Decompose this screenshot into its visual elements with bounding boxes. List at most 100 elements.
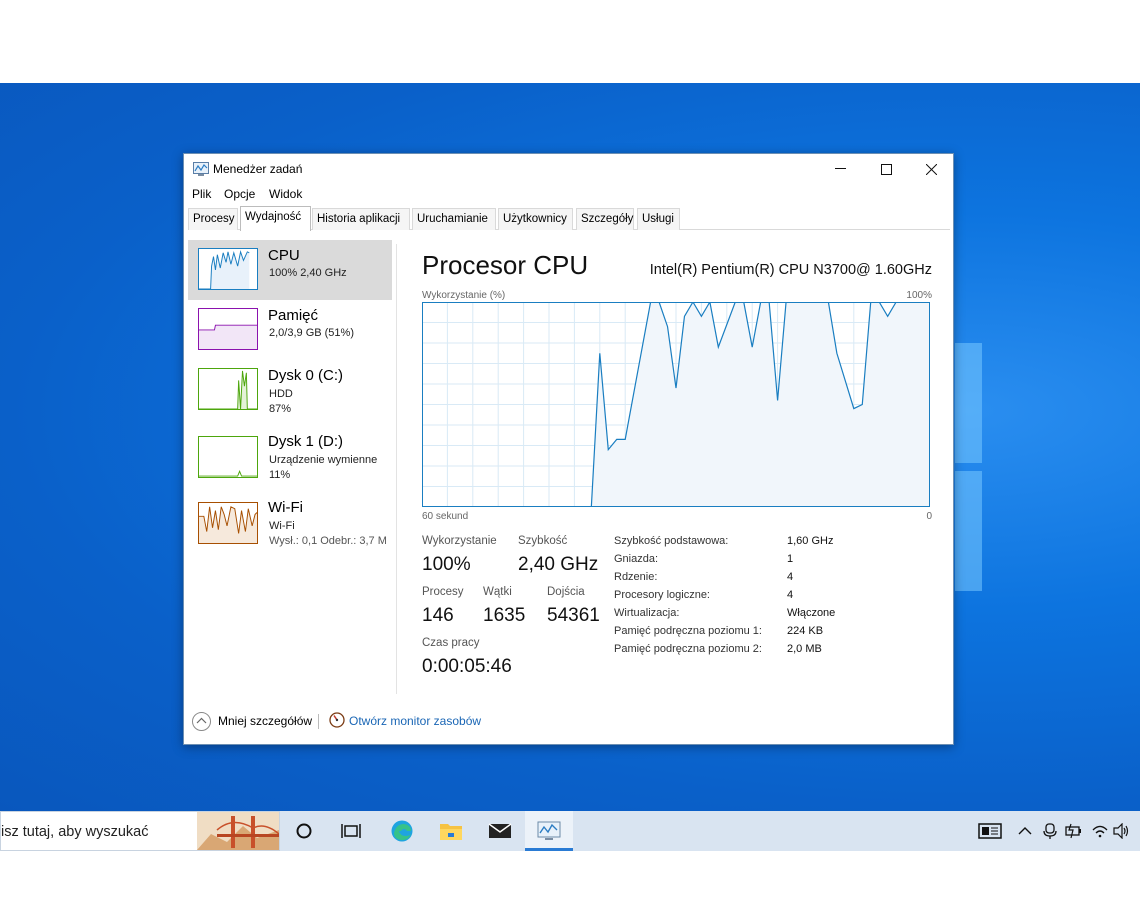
maximize-button[interactable] [863,154,909,184]
task-manager-taskbar-button[interactable] [535,817,563,845]
sidebar-wifi-value: Wysł.: 0,1 Odebr.: 3,7 M [269,535,387,547]
sidebar-item-cpu[interactable]: CPU 100% 2,40 GHz [188,240,392,300]
mail-button[interactable] [486,817,514,845]
page-title: Procesor CPU [422,250,589,280]
threads-value: 1635 [483,605,526,626]
maximize-icon [880,163,892,175]
close-button[interactable] [908,154,954,184]
detail-value-base-speed: 1,60 GHz [787,535,834,547]
tab-details[interactable]: Szczegóły [576,208,634,230]
search-placeholder: isz tutaj, aby wyszukać [1,824,149,840]
detail-label-l1-cache: Pamięć podręczna poziomu 1: [614,625,762,637]
footer-separator [318,714,319,729]
utilization-label: Wykorzystanie [422,535,497,547]
detail-label-cores: Rdzenie: [614,571,658,583]
graph-time-zero: 0 [926,511,932,522]
detail-label-l2-cache: Pamięć podręczna poziomu 2: [614,643,762,655]
battery-icon [1065,823,1081,839]
sidebar-cpu-name: CPU [268,247,300,264]
search-box[interactable]: isz tutaj, aby wyszukać [0,811,280,851]
sidebar-disk0-value: 87% [269,403,292,415]
resource-sidebar: CPU 100% 2,40 GHz Pamięć 2,0/3,9 GB (51%… [188,240,394,695]
sidebar-wifi-type: Wi-Fi [269,520,295,532]
task-manager-window: Menedżer zadań Plik Opcje Widok Procesy … [183,153,954,745]
tab-services[interactable]: Usługi [637,208,680,230]
sidebar-item-disk1[interactable]: Dysk 1 (D:) Urządzenie wymienne 11% [188,426,392,486]
close-icon [925,163,937,175]
graph-time-span: 60 sekund [422,511,469,522]
sidebar-memory-value: 2,0/3,9 GB (51%) [269,327,354,339]
menu-plik[interactable]: Plik [192,187,211,201]
wifi-thumbnail-graph [198,502,258,544]
resource-monitor-icon [329,712,345,728]
sidebar-cpu-value: 100% 2,40 GHz [269,267,347,279]
battery-tray-button[interactable] [1063,820,1085,842]
utilization-value: 100% [422,554,471,575]
search-highlight-illustration [197,812,279,850]
speed-label: Szybkość [518,535,568,547]
uptime-label: Czas pracy [422,637,480,649]
sidebar-disk1-type: Urządzenie wymienne [269,454,378,466]
mail-icon [488,823,512,838]
detail-value-l1-cache: 224 KB [787,625,824,637]
sidebar-item-wifi[interactable]: Wi-Fi Wi-Fi Wysł.: 0,1 Odebr.: 3,7 M [188,492,392,552]
menu-opcje[interactable]: Opcje [224,187,255,201]
sidebar-memory-name: Pamięć [268,307,319,324]
taskbar: isz tutaj, aby wyszukać [0,811,1140,851]
tab-app-history[interactable]: Historia aplikacji [312,208,410,230]
detail-value-virtualization: Włączone [787,607,836,619]
task-view-icon [341,824,361,838]
cortana-button[interactable] [290,817,318,845]
detail-label-sockets: Gniazda: [614,553,659,565]
windows-logo-pane [955,343,982,463]
volume-tray-button[interactable] [1111,820,1133,842]
sidebar-wifi-name: Wi-Fi [268,499,303,516]
meet-tray-button[interactable] [1040,820,1060,842]
open-resource-monitor-link[interactable]: Otwórz monitor zasobów [349,714,481,728]
tab-performance[interactable]: Wydajność [240,206,311,231]
disk1-thumbnail-graph [198,436,258,478]
cpu-utilization-graph [422,302,930,507]
wifi-tray-button[interactable] [1090,820,1110,842]
menu-bar: Plik Opcje Widok [184,184,953,206]
task-view-button[interactable] [337,817,365,845]
meet-icon [1043,823,1057,839]
window-title: Menedżer zadań [213,162,303,176]
news-tray-button[interactable] [976,820,1004,842]
sidebar-item-memory[interactable]: Pamięć 2,0/3,9 GB (51%) [188,300,392,360]
detail-label-base-speed: Szybkość podstawowa: [614,535,729,547]
sidebar-disk1-value: 11% [269,469,291,481]
menu-widok[interactable]: Widok [269,187,302,201]
file-explorer-icon [440,824,462,840]
fewer-details-button[interactable] [192,712,211,731]
screen: Menedżer zadań Plik Opcje Widok Procesy … [0,0,1140,912]
sidebar-disk0-name: Dysk 0 (C:) [268,367,343,384]
edge-icon [391,820,413,842]
minimize-button[interactable] [817,154,863,184]
disk0-thumbnail-graph [198,368,258,410]
detail-label-logical-processors: Procesory logiczne: [614,589,710,601]
title-bar[interactable]: Menedżer zadań [184,154,953,184]
file-explorer-button[interactable] [437,817,465,845]
news-icon [978,823,1002,839]
speed-value: 2,40 GHz [518,554,599,575]
memory-thumbnail-graph [198,308,258,350]
uptime-value: 0:00:05:46 [422,656,512,677]
cpu-detail-panel: Procesor CPU Intel(R) Pentium(R) CPU N37… [422,244,932,694]
cpu-model-name: Intel(R) Pentium(R) CPU N3700@ 1.60GHz [649,262,932,278]
sidebar-item-disk0[interactable]: Dysk 0 (C:) HDD 87% [188,360,392,420]
fewer-details-link[interactable]: Mniej szczegółów [218,714,312,728]
chevron-up-icon [1018,827,1032,835]
processes-value: 146 [422,605,454,626]
tab-users[interactable]: Użytkownicy [498,208,573,230]
wifi-icon [1092,825,1108,838]
edge-button[interactable] [388,817,416,845]
detail-label-virtualization: Wirtualizacja: [614,607,680,619]
graph-label-utilization: Wykorzystanie (%) [422,290,506,301]
show-hidden-icons-button[interactable] [1015,820,1035,842]
sidebar-disk0-type: HDD [269,388,293,400]
tab-startup[interactable]: Uruchamianie [412,208,496,230]
windows-logo-pane [955,471,982,591]
tab-processes[interactable]: Procesy [188,208,238,230]
handles-label: Dojścia [547,586,585,598]
